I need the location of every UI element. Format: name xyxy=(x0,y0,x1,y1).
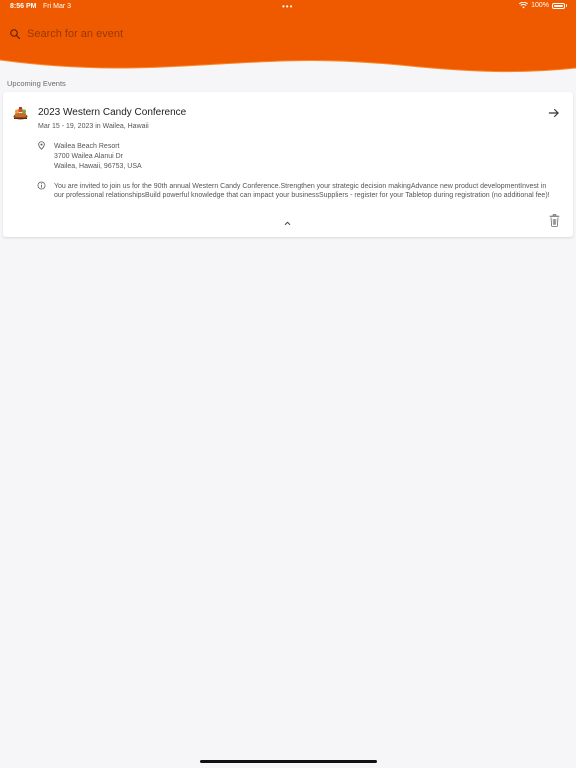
event-dates-location: Mar 15 - 19, 2023 in Wailea, Hawaii xyxy=(38,123,149,130)
app-header: 8:56 PM Fri Mar 3 ••• 100% xyxy=(0,0,576,80)
status-bar: 8:56 PM Fri Mar 3 ••• 100% xyxy=(0,0,576,14)
event-title[interactable]: 2023 Western Candy Conference xyxy=(38,107,186,118)
section-heading-upcoming-events: Upcoming Events xyxy=(7,79,66,88)
location-pin-icon xyxy=(38,141,45,150)
status-date: Fri Mar 3 xyxy=(43,3,71,10)
trash-icon[interactable] xyxy=(549,214,560,227)
battery-icon xyxy=(552,2,565,9)
venue-name: Wailea Beach Resort xyxy=(54,143,120,150)
wifi-icon xyxy=(519,2,529,9)
event-logo xyxy=(13,107,28,120)
event-description: You are invited to join us for the 90th … xyxy=(54,183,550,199)
info-icon xyxy=(37,181,46,190)
event-card[interactable]: 2023 Western Candy Conference Mar 15 - 1… xyxy=(3,92,573,237)
venue-street: 3700 Wailea Alanui Dr xyxy=(54,153,124,160)
multitasking-dots-icon[interactable]: ••• xyxy=(282,2,293,11)
venue-city: Wailea, Hawaii, 96753, USA xyxy=(54,163,142,170)
chevron-up-icon[interactable] xyxy=(283,220,292,226)
home-indicator[interactable] xyxy=(200,760,377,763)
search-icon xyxy=(10,29,21,40)
battery-percentage: 100% xyxy=(531,2,549,9)
battery-level xyxy=(554,4,563,7)
battery-tip xyxy=(566,4,567,7)
arrow-right-icon[interactable] xyxy=(547,106,561,120)
event-address: Wailea Beach Resort 3700 Wailea Alanui D… xyxy=(54,142,142,172)
search-input[interactable] xyxy=(27,28,287,40)
search-bar[interactable] xyxy=(9,27,309,41)
status-time: 8:56 PM xyxy=(10,3,37,10)
status-indicators: 100% xyxy=(519,2,567,9)
